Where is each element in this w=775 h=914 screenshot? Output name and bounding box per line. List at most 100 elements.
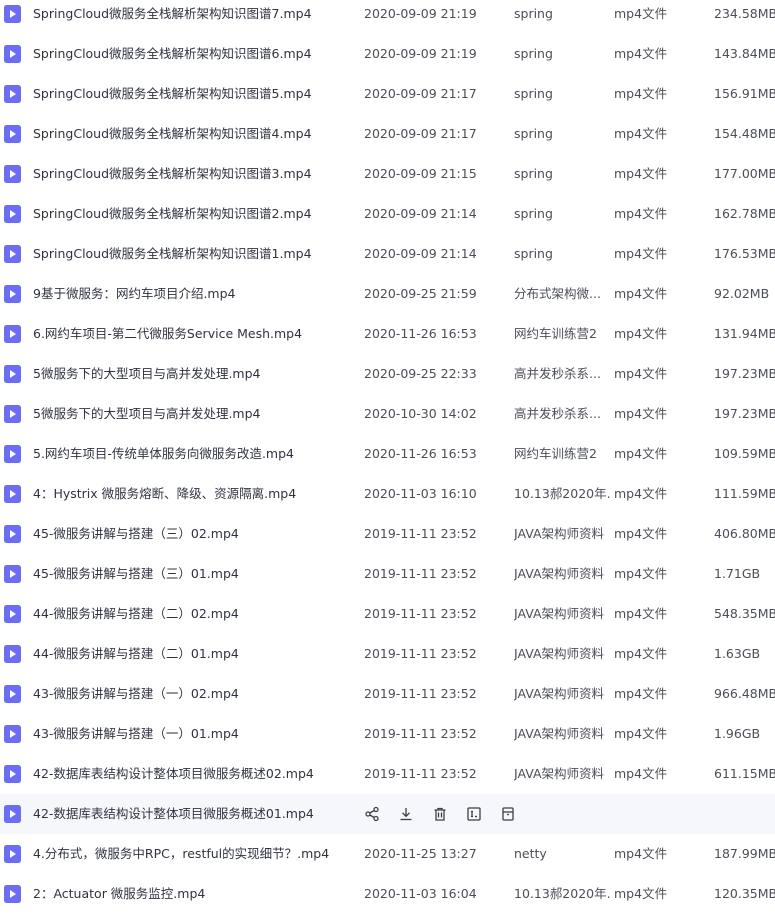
- file-row[interactable]: SpringCloud微服务全栈解析架构知识图谱5.mp4 2020-09-09 …: [0, 74, 775, 114]
- file-directory: spring: [514, 166, 553, 181]
- file-name[interactable]: SpringCloud微服务全栈解析架构知识图谱2.mp4: [33, 194, 353, 234]
- file-name[interactable]: 5微服务下的大型项目与高并发处理.mp4: [33, 394, 353, 434]
- file-type: mp4文件: [614, 286, 668, 301]
- file-name[interactable]: 4：Hystrix 微服务熔断、降级、资源隔离.mp4: [33, 474, 353, 514]
- file-list: SpringCloud微服务全栈解析架构知识图谱7.mp4 2020-09-09 …: [0, 0, 775, 914]
- file-name[interactable]: 4.分布式，微服务中RPC，restful的实现细节？.mp4: [33, 834, 353, 874]
- file-size: 131.94MB: [714, 326, 775, 341]
- file-size: 162.78MB: [714, 206, 775, 221]
- file-size: 234.58MB: [714, 6, 775, 21]
- file-name[interactable]: 9基于微服务：网约车项目介绍.mp4: [33, 274, 353, 314]
- file-directory: spring: [514, 126, 553, 141]
- file-directory: JAVA架构师资料: [514, 646, 605, 661]
- file-size: 120.35MB: [714, 886, 775, 901]
- file-row[interactable]: SpringCloud微服务全栈解析架构知识图谱2.mp4 2020-09-09 …: [0, 194, 775, 234]
- file-row[interactable]: 43-微服务讲解与搭建（一）02.mp4 2019-11-11 23:52 JAVA…: [0, 674, 775, 714]
- video-file-icon: [4, 45, 21, 63]
- video-file-icon: [4, 645, 21, 663]
- share-icon: [364, 806, 380, 822]
- file-date: 2020-11-25 13:27: [364, 846, 477, 861]
- file-date: 2020-09-09 21:14: [364, 206, 477, 221]
- file-row[interactable]: SpringCloud微服务全栈解析架构知识图谱4.mp4 2020-09-09 …: [0, 114, 775, 154]
- file-row[interactable]: 44-微服务讲解与搭建（二）02.mp4 2019-11-11 23:52 JAVA…: [0, 594, 775, 634]
- file-row[interactable]: 45-微服务讲解与搭建（三）01.mp4 2019-11-11 23:52 JAVA…: [0, 554, 775, 594]
- video-file-icon: [4, 525, 21, 543]
- file-type: mp4文件: [614, 606, 668, 621]
- video-file-icon: [4, 245, 21, 263]
- file-type: mp4文件: [614, 846, 668, 861]
- video-file-icon: [4, 845, 21, 863]
- file-name[interactable]: SpringCloud微服务全栈解析架构知识图谱1.mp4: [33, 234, 353, 274]
- video-file-icon: [4, 765, 21, 783]
- file-name[interactable]: 44-微服务讲解与搭建（二）01.mp4: [33, 634, 353, 674]
- file-row[interactable]: 9基于微服务：网约车项目介绍.mp4 2020-09-25 21:59 分布式架构微…: [0, 274, 775, 314]
- video-file-icon: [4, 605, 21, 623]
- file-name[interactable]: 42-数据库表结构设计整体项目微服务概述01.mp4: [33, 794, 353, 834]
- file-date: 2020-11-03 16:10: [364, 486, 477, 501]
- file-type: mp4文件: [614, 366, 668, 381]
- file-directory: JAVA架构师资料: [514, 566, 605, 581]
- file-type: mp4文件: [614, 766, 668, 781]
- file-name[interactable]: 2：Actuator 微服务监控.mp4: [33, 874, 353, 914]
- file-row[interactable]: SpringCloud微服务全栈解析架构知识图谱1.mp4 2020-09-09 …: [0, 234, 775, 274]
- file-directory: JAVA架构师资料: [514, 606, 605, 621]
- file-row[interactable]: 5.网约车项目-传统单体服务向微服务改造.mp4 2020-11-26 16:53…: [0, 434, 775, 474]
- file-type: mp4文件: [614, 566, 668, 581]
- video-file-icon: [4, 5, 21, 23]
- file-row[interactable]: 42-数据库表结构设计整体项目微服务概述02.mp4 2019-11-11 23:…: [0, 754, 775, 794]
- more-button[interactable]: [498, 804, 518, 824]
- file-row[interactable]: 5微服务下的大型项目与高并发处理.mp4 2020-09-25 22:33 高并发秒…: [0, 354, 775, 394]
- download-button[interactable]: [396, 804, 416, 824]
- file-type: mp4文件: [614, 406, 668, 421]
- file-row[interactable]: 42-数据库表结构设计整体项目微服务概述01.mp4: [0, 794, 775, 834]
- file-date: 2019-11-11 23:52: [364, 686, 477, 701]
- rename-button[interactable]: [464, 804, 484, 824]
- file-name[interactable]: 43-微服务讲解与搭建（一）01.mp4: [33, 714, 353, 754]
- file-row[interactable]: 2：Actuator 微服务监控.mp4 2020-11-03 16:04 10.1…: [0, 874, 775, 914]
- video-file-icon: [4, 365, 21, 383]
- file-size: 111.59MB: [714, 486, 775, 501]
- file-size: 156.91MB: [714, 86, 775, 101]
- file-directory: JAVA架构师资料: [514, 726, 605, 741]
- share-button[interactable]: [362, 804, 382, 824]
- file-name[interactable]: 45-微服务讲解与搭建（三）01.mp4: [33, 554, 353, 594]
- file-date: 2020-09-09 21:14: [364, 246, 477, 261]
- file-directory: 高并发秒杀系...: [514, 366, 601, 381]
- file-type: mp4文件: [614, 446, 668, 461]
- file-row[interactable]: 4：Hystrix 微服务熔断、降级、资源隔离.mp4 2020-11-03 16…: [0, 474, 775, 514]
- file-directory: spring: [514, 206, 553, 221]
- delete-button[interactable]: [430, 804, 450, 824]
- file-name[interactable]: SpringCloud微服务全栈解析架构知识图谱6.mp4: [33, 34, 353, 74]
- file-name[interactable]: 5微服务下的大型项目与高并发处理.mp4: [33, 354, 353, 394]
- file-date: 2019-11-11 23:52: [364, 766, 477, 781]
- file-directory: JAVA架构师资料: [514, 686, 605, 701]
- file-row[interactable]: 44-微服务讲解与搭建（二）01.mp4 2019-11-11 23:52 JAVA…: [0, 634, 775, 674]
- file-name[interactable]: 6.网约车项目-第二代微服务Service Mesh.mp4: [33, 314, 353, 354]
- file-row[interactable]: SpringCloud微服务全栈解析架构知识图谱3.mp4 2020-09-09 …: [0, 154, 775, 194]
- delete-icon: [432, 806, 448, 822]
- file-row[interactable]: SpringCloud微服务全栈解析架构知识图谱6.mp4 2020-09-09 …: [0, 34, 775, 74]
- file-row[interactable]: 6.网约车项目-第二代微服务Service Mesh.mp4 2020-11-26…: [0, 314, 775, 354]
- file-row[interactable]: SpringCloud微服务全栈解析架构知识图谱7.mp4 2020-09-09 …: [0, 0, 775, 34]
- file-type: mp4文件: [614, 126, 668, 141]
- video-file-icon: [4, 685, 21, 703]
- file-name[interactable]: 42-数据库表结构设计整体项目微服务概述02.mp4: [33, 754, 353, 794]
- file-date: 2020-09-09 21:15: [364, 166, 477, 181]
- file-row[interactable]: 45-微服务讲解与搭建（三）02.mp4 2019-11-11 23:52 JAVA…: [0, 514, 775, 554]
- video-file-icon: [4, 485, 21, 503]
- file-name[interactable]: 45-微服务讲解与搭建（三）02.mp4: [33, 514, 353, 554]
- file-row[interactable]: 43-微服务讲解与搭建（一）01.mp4 2019-11-11 23:52 JAVA…: [0, 714, 775, 754]
- file-name[interactable]: 43-微服务讲解与搭建（一）02.mp4: [33, 674, 353, 714]
- file-directory: spring: [514, 86, 553, 101]
- file-name[interactable]: SpringCloud微服务全栈解析架构知识图谱7.mp4: [33, 0, 353, 34]
- file-name[interactable]: SpringCloud微服务全栈解析架构知识图谱5.mp4: [33, 74, 353, 114]
- file-name[interactable]: SpringCloud微服务全栈解析架构知识图谱4.mp4: [33, 114, 353, 154]
- file-name[interactable]: 44-微服务讲解与搭建（二）02.mp4: [33, 594, 353, 634]
- file-name[interactable]: SpringCloud微服务全栈解析架构知识图谱3.mp4: [33, 154, 353, 194]
- file-row[interactable]: 5微服务下的大型项目与高并发处理.mp4 2020-10-30 14:02 高并发秒…: [0, 394, 775, 434]
- video-file-icon: [4, 325, 21, 343]
- file-type: mp4文件: [614, 526, 668, 541]
- file-directory: spring: [514, 6, 553, 21]
- file-row[interactable]: 4.分布式，微服务中RPC，restful的实现细节？.mp4 2020-11-2…: [0, 834, 775, 874]
- file-name[interactable]: 5.网约车项目-传统单体服务向微服务改造.mp4: [33, 434, 353, 474]
